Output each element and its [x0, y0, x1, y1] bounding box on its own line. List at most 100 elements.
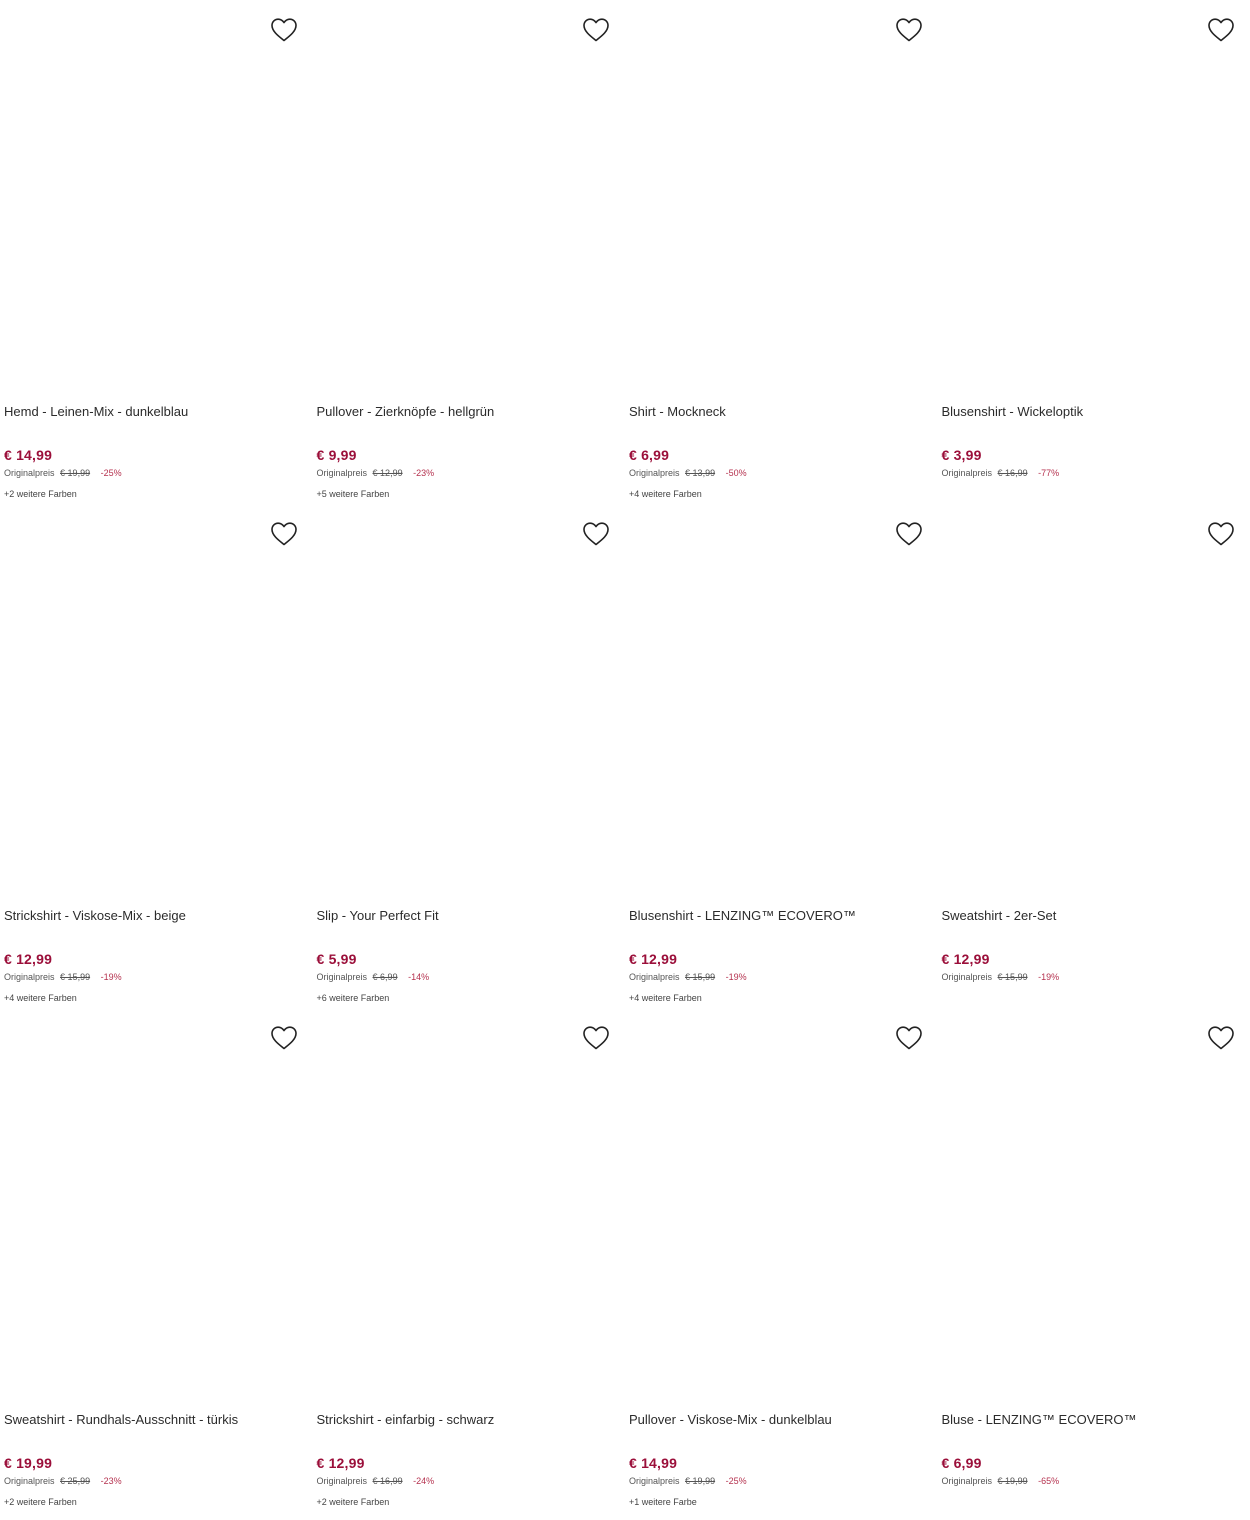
product-image[interactable]: [629, 512, 929, 902]
wishlist-button[interactable]: [581, 18, 611, 46]
wishlist-button[interactable]: [894, 1026, 924, 1054]
original-price-label: Originalpreis: [4, 1476, 55, 1486]
original-price-label: Originalpreis: [4, 972, 55, 982]
wishlist-button[interactable]: [1206, 18, 1236, 46]
product-image[interactable]: [4, 512, 304, 902]
original-price-line: Originalpreis € 19,99 -65%: [942, 1476, 1060, 1486]
heart-outline-icon: [582, 17, 610, 48]
product-price: € 5,99: [317, 951, 357, 967]
product-card[interactable]: Sweatshirt - Rundhals-Ausschnitt - türki…: [0, 1016, 313, 1520]
product-card[interactable]: Pullover - Zierknöpfe - hellgrün € 9,99 …: [313, 8, 626, 512]
product-price: € 9,99: [317, 447, 357, 463]
product-title[interactable]: Blusenshirt - Wickeloptik: [942, 404, 1238, 419]
discount-badge: -19%: [1038, 972, 1059, 982]
wishlist-button[interactable]: [894, 522, 924, 550]
product-title[interactable]: Shirt - Mockneck: [629, 404, 925, 419]
product-image[interactable]: [629, 8, 929, 398]
more-colors-link[interactable]: +4 weitere Farben: [629, 489, 702, 499]
product-card[interactable]: Slip - Your Perfect Fit € 5,99 Originalp…: [313, 512, 626, 1016]
heart-outline-icon: [270, 1025, 298, 1056]
product-price: € 6,99: [629, 447, 669, 463]
product-title[interactable]: Pullover - Zierknöpfe - hellgrün: [317, 404, 613, 419]
discount-badge: -23%: [413, 468, 434, 478]
more-colors-link[interactable]: +2 weitere Farben: [4, 489, 77, 499]
original-price-value: € 12,99: [373, 468, 403, 478]
discount-badge: -25%: [726, 1476, 747, 1486]
original-price-line: Originalpreis € 6,99 -14%: [317, 972, 430, 982]
original-price-label: Originalpreis: [317, 1476, 368, 1486]
wishlist-button[interactable]: [1206, 522, 1236, 550]
discount-badge: -24%: [413, 1476, 434, 1486]
product-card[interactable]: Sweatshirt - 2er-Set € 12,99 Originalpre…: [938, 512, 1250, 1016]
product-card[interactable]: Bluse - LENZING™ ECOVERO™ € 6,99 Origina…: [938, 1016, 1250, 1520]
original-price-value: € 25,99: [60, 1476, 90, 1486]
original-price-line: Originalpreis € 15,99 -19%: [629, 972, 747, 982]
more-colors-link[interactable]: +4 weitere Farben: [4, 993, 77, 1003]
wishlist-button[interactable]: [581, 1026, 611, 1054]
product-price: € 3,99: [942, 447, 982, 463]
product-title[interactable]: Hemd - Leinen-Mix - dunkelblau: [4, 404, 300, 419]
product-image[interactable]: [317, 8, 617, 398]
product-card[interactable]: Strickshirt - einfarbig - schwarz € 12,9…: [313, 1016, 626, 1520]
product-title[interactable]: Blusenshirt - LENZING™ ECOVERO™: [629, 908, 925, 923]
product-title[interactable]: Bluse - LENZING™ ECOVERO™: [942, 1412, 1238, 1427]
original-price-line: Originalpreis € 19,99 -25%: [4, 468, 122, 478]
wishlist-button[interactable]: [1206, 1026, 1236, 1054]
wishlist-button[interactable]: [581, 522, 611, 550]
original-price-label: Originalpreis: [317, 468, 368, 478]
product-price: € 12,99: [4, 951, 52, 967]
heart-outline-icon: [1207, 1025, 1235, 1056]
product-card[interactable]: Shirt - Mockneck € 6,99 Originalpreis € …: [625, 8, 938, 512]
product-card[interactable]: Pullover - Viskose-Mix - dunkelblau € 14…: [625, 1016, 938, 1520]
original-price-line: Originalpreis € 15,99 -19%: [4, 972, 122, 982]
product-price: € 14,99: [629, 1455, 677, 1471]
more-colors-link[interactable]: +6 weitere Farben: [317, 993, 390, 1003]
product-image[interactable]: [942, 8, 1242, 398]
product-title[interactable]: Strickshirt - einfarbig - schwarz: [317, 1412, 613, 1427]
more-colors-link[interactable]: +4 weitere Farben: [629, 993, 702, 1003]
product-image[interactable]: [317, 512, 617, 902]
heart-outline-icon: [1207, 521, 1235, 552]
product-image[interactable]: [942, 1016, 1242, 1406]
discount-badge: -19%: [101, 972, 122, 982]
product-title[interactable]: Slip - Your Perfect Fit: [317, 908, 613, 923]
product-card[interactable]: Blusenshirt - Wickeloptik € 3,99 Origina…: [938, 8, 1250, 512]
product-image[interactable]: [4, 8, 304, 398]
heart-outline-icon: [582, 521, 610, 552]
original-price-line: Originalpreis € 16,99 -77%: [942, 468, 1060, 478]
original-price-label: Originalpreis: [4, 468, 55, 478]
original-price-value: € 19,99: [685, 1476, 715, 1486]
wishlist-button[interactable]: [269, 1026, 299, 1054]
heart-outline-icon: [895, 1025, 923, 1056]
wishlist-button[interactable]: [269, 18, 299, 46]
more-colors-link[interactable]: +2 weitere Farben: [4, 1497, 77, 1507]
product-title[interactable]: Pullover - Viskose-Mix - dunkelblau: [629, 1412, 925, 1427]
more-colors-link[interactable]: +1 weitere Farbe: [629, 1497, 697, 1507]
original-price-line: Originalpreis € 12,99 -23%: [317, 468, 435, 478]
heart-outline-icon: [270, 521, 298, 552]
original-price-label: Originalpreis: [629, 1476, 680, 1486]
product-image[interactable]: [942, 512, 1242, 902]
original-price-line: Originalpreis € 15,99 -19%: [942, 972, 1060, 982]
discount-badge: -65%: [1038, 1476, 1059, 1486]
wishlist-button[interactable]: [894, 18, 924, 46]
product-card[interactable]: Strickshirt - Viskose-Mix - beige € 12,9…: [0, 512, 313, 1016]
original-price-value: € 15,99: [60, 972, 90, 982]
discount-badge: -77%: [1038, 468, 1059, 478]
more-colors-link[interactable]: +5 weitere Farben: [317, 489, 390, 499]
discount-badge: -23%: [101, 1476, 122, 1486]
product-title[interactable]: Sweatshirt - Rundhals-Ausschnitt - türki…: [4, 1412, 300, 1427]
product-image[interactable]: [4, 1016, 304, 1406]
product-title[interactable]: Sweatshirt - 2er-Set: [942, 908, 1238, 923]
wishlist-button[interactable]: [269, 522, 299, 550]
more-colors-link[interactable]: +2 weitere Farben: [317, 1497, 390, 1507]
product-card[interactable]: Blusenshirt - LENZING™ ECOVERO™ € 12,99 …: [625, 512, 938, 1016]
discount-badge: -19%: [726, 972, 747, 982]
product-price: € 12,99: [317, 1455, 365, 1471]
heart-outline-icon: [895, 17, 923, 48]
product-image[interactable]: [629, 1016, 929, 1406]
product-title[interactable]: Strickshirt - Viskose-Mix - beige: [4, 908, 300, 923]
original-price-label: Originalpreis: [942, 468, 993, 478]
product-card[interactable]: Hemd - Leinen-Mix - dunkelblau € 14,99 O…: [0, 8, 313, 512]
product-image[interactable]: [317, 1016, 617, 1406]
